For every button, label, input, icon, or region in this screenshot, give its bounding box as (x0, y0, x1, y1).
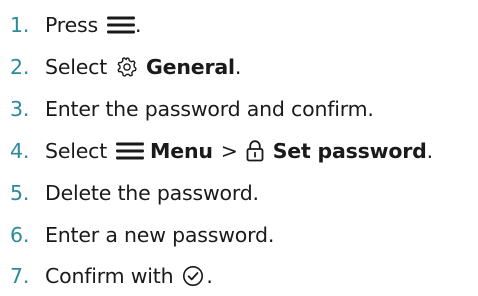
step-number: 7. (10, 264, 30, 288)
step-number: 1. (10, 13, 30, 37)
step-4: 4. Select Menu > Set password . (0, 131, 433, 171)
step-suffix: . (134, 13, 142, 37)
step-7: 7. Confirm with . (0, 256, 213, 296)
menu-icon (116, 141, 145, 161)
step-text: Delete the password. (45, 181, 259, 205)
step-bold-label-2: Set password (272, 139, 427, 163)
step-text: Enter the password and confirm. (45, 97, 374, 121)
step-5: 5. Delete the password. (0, 173, 259, 213)
step-1: 1. Press . (0, 5, 141, 45)
step-number: 3. (10, 97, 30, 121)
lock-icon (246, 140, 264, 162)
check-circle-icon (182, 265, 204, 287)
instruction-steps: 1. Press . 2. Select General . 3. Enter … (0, 0, 478, 296)
step-suffix: . (426, 139, 434, 163)
step-bold-label: General (146, 55, 235, 79)
gear-icon (116, 56, 138, 78)
step-text: Press (45, 13, 98, 37)
step-separator: > (220, 139, 238, 163)
step-2: 2. Select General . (0, 47, 241, 87)
step-text: Select (45, 55, 108, 79)
step-bold-label: Menu (150, 139, 213, 163)
step-6: 6. Enter a new password. (0, 215, 274, 255)
step-suffix: . (206, 264, 213, 288)
step-number: 2. (10, 55, 30, 79)
step-number: 6. (10, 223, 30, 247)
step-3: 3. Enter the password and confirm. (0, 89, 374, 129)
step-suffix: . (234, 55, 242, 79)
step-number: 5. (10, 181, 30, 205)
step-text: Enter a new password. (45, 223, 275, 247)
menu-icon (106, 15, 135, 35)
step-text: Confirm with (45, 264, 174, 288)
step-text: Select (45, 139, 108, 163)
step-number: 4. (10, 139, 30, 163)
